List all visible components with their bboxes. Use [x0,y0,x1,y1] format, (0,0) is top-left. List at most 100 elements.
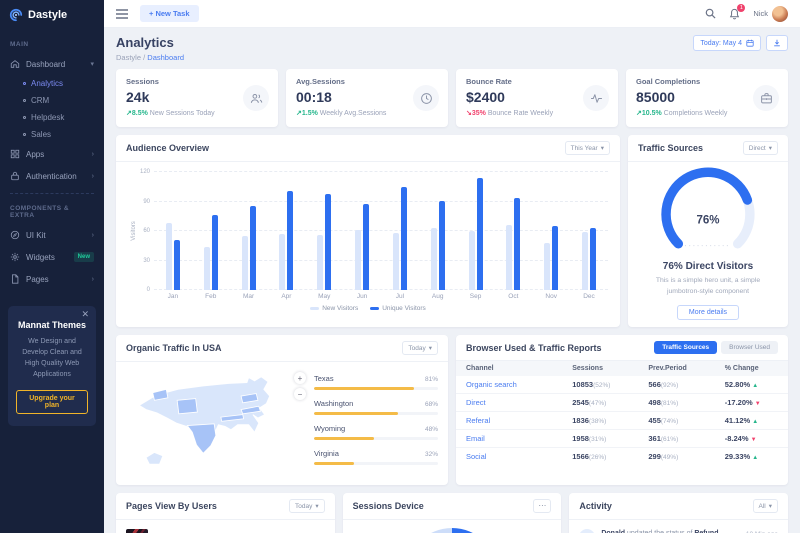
notification-badge: 1 [737,4,745,12]
bullet-icon [23,116,26,119]
sidebar-item-authentication[interactable]: Authentication› [0,165,104,187]
bar-chart: 0306090120 Visitors [154,172,608,290]
app-window: Dastyle MAINDashboard▾AnalyticsCRMHelpde… [0,0,800,533]
sidebar-subitem-analytics[interactable]: Analytics [0,75,104,92]
report-row[interactable]: Social1566(26%)299(49%)29.33% ▲ [456,448,788,466]
organic-traffic-filter-dropdown[interactable]: Today ▾ [402,341,438,355]
chevron-right-icon: › [92,173,94,180]
search-icon[interactable] [705,8,716,19]
column-header: % Change [715,361,788,376]
filter-label: Direct [749,145,766,152]
report-tabs: Traffic Sources Browser Used [654,341,778,354]
more-horizontal-icon: ⋯ [538,501,546,510]
user-menu[interactable]: Nick [753,6,788,22]
triangle-up-icon: ▲ [752,383,758,389]
bar-group-oct[interactable] [494,172,532,290]
chevron-down-icon: ▾ [601,144,604,152]
legend-item[interactable]: New Visitors [310,305,358,312]
tab-browser-used[interactable]: Browser Used [721,341,778,354]
chevron-right-icon: › [92,232,94,239]
download-button[interactable] [766,35,788,51]
new-badge: New [74,252,94,262]
brand-name: Dastyle [28,9,67,21]
pages-view-filter-dropdown[interactable]: Today ▾ [289,499,325,513]
bar-group-nov[interactable] [532,172,570,290]
stat-delta: ↘35% Bounce Rate Weekly [466,109,608,117]
calendar-icon [746,39,754,47]
upgrade-plan-button[interactable]: Upgrade your plan [16,390,88,414]
clock-icon [413,85,439,111]
traffic-sources-card: Traffic Sources Direct ▾ 76% [628,135,788,327]
bar-group-dec[interactable] [570,172,608,290]
sidebar-item-ui-kit[interactable]: UI Kit› [0,224,104,246]
new-task-button[interactable]: + New Task [140,5,199,22]
sidebar-item-apps[interactable]: Apps› [0,143,104,165]
breadcrumb-parent[interactable]: Dastyle [116,53,141,62]
column-header: Prev.Period [638,361,714,376]
state-row-virginia[interactable]: Virginia32% [314,449,438,465]
card-title: Organic Traffic In USA [126,343,222,353]
date-picker-button[interactable]: Today: May 4 [693,35,761,51]
traffic-report-table: ChannelSessionsPrev.Period% Change Organ… [456,361,788,465]
bar-group-jun[interactable] [343,172,381,290]
card-title: Activity [579,501,612,511]
report-row[interactable]: Direct2545(47%)498(81%)-17.20% ▼ [456,394,788,412]
traffic-sources-filter-dropdown[interactable]: Direct ▾ [743,141,778,155]
stat-cards-row: Sessions24k↗8.5% New Sessions TodayAvg.S… [116,69,788,127]
bell-icon[interactable]: 1 [729,8,740,20]
stat-card-sessions: Sessions24k↗8.5% New Sessions Today [116,69,278,127]
channel-link: Direct [456,394,562,412]
more-options-button[interactable]: ⋯ [533,499,551,513]
x-tick-label: Oct [494,293,532,300]
close-icon[interactable]: ✕ [81,309,89,320]
x-tick-label: Nov [532,293,570,300]
bar-group-jul[interactable] [381,172,419,290]
report-row[interactable]: Email1958(31%)361(61%)-8.24% ▼ [456,430,788,448]
gauge-value: 76% [696,215,719,227]
traffic-sources-heading: 76% Direct Visitors [638,261,778,272]
bar-group-apr[interactable] [267,172,305,290]
stat-delta: ↗1.5% Weekly Avg.Sessions [296,109,438,117]
sidebar-subitem-sales[interactable]: Sales [0,126,104,143]
activity-time: 10 Min ago [746,529,778,533]
state-row-washington[interactable]: Washington68% [314,399,438,415]
activity-filter-dropdown[interactable]: All ▾ [753,499,779,513]
bar-group-mar[interactable] [230,172,268,290]
bar-group-aug[interactable] [419,172,457,290]
bar-group-feb[interactable] [192,172,230,290]
map-zoom-in-button[interactable]: + [294,372,306,384]
card-title: Pages View By Users [126,501,217,511]
sidebar-item-dashboard[interactable]: Dashboard▾ [0,53,104,75]
report-row[interactable]: Referal1836(38%)455(74%)41.12% ▲ [456,412,788,430]
activity-item[interactable]: Donald updated the status of Refund #123… [569,520,788,533]
more-details-button[interactable]: More details [677,305,739,320]
state-row-wyoming[interactable]: Wyoming48% [314,424,438,440]
report-row[interactable]: Organic search10853(52%)566(92%)52.80% ▲ [456,376,788,394]
page-view-row[interactable]: Dastyle - Admin Dashboard4.3k [116,520,335,533]
bar-group-sep[interactable] [457,172,495,290]
legend-item[interactable]: Unique Visitors [370,305,426,312]
user-icon [579,529,595,533]
tab-traffic-sources[interactable]: Traffic Sources [654,341,717,354]
bar-group-may[interactable] [305,172,343,290]
usa-map[interactable]: + − [126,370,304,481]
triangle-up-icon: ▲ [752,419,758,425]
map-zoom-out-button[interactable]: − [294,388,306,400]
stat-card-bounce-rate: Bounce Rate$2400↘35% Bounce Rate Weekly [456,69,618,127]
state-row-texas[interactable]: Texas81% [314,374,438,390]
filter-label: Today [408,345,425,352]
file-icon [10,274,20,284]
sidebar-item-widgets[interactable]: WidgetsNew [0,246,104,268]
sidebar-item-pages[interactable]: Pages› [0,268,104,290]
breadcrumb-current[interactable]: Dashboard [147,53,184,62]
hamburger-menu-icon[interactable] [116,9,128,19]
lock-icon [10,171,20,181]
sidebar-subitem-crm[interactable]: CRM [0,92,104,109]
audience-filter-dropdown[interactable]: This Year ▾ [565,141,610,155]
brand-logo[interactable]: Dastyle [0,0,104,30]
pages-view-card: Pages View By Users Today ▾ Dastyle - Ad… [116,493,335,533]
sidebar-subitem-helpdesk[interactable]: Helpdesk [0,109,104,126]
bar-group-jan[interactable] [154,172,192,290]
traffic-reports-card: Browser Used & Traffic Reports Traffic S… [456,335,788,485]
x-tick-label: Aug [419,293,457,300]
